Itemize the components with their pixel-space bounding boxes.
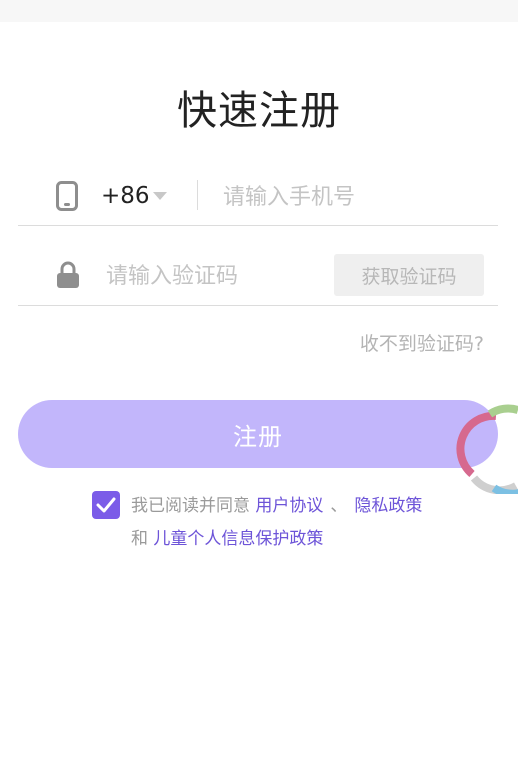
no-code-link[interactable]: 收不到验证码? — [360, 329, 484, 356]
divider — [197, 180, 198, 210]
agreement-checkbox[interactable] — [92, 491, 120, 519]
agreement-separator: 、 — [330, 496, 348, 516]
check-icon — [96, 497, 116, 513]
country-code[interactable]: +86 — [101, 183, 150, 209]
user-agreement-link[interactable]: 用户协议 — [255, 496, 323, 516]
phone-icon — [56, 181, 78, 211]
status-bar — [0, 0, 518, 22]
loading-spinner-icon — [456, 404, 518, 494]
privacy-policy-link[interactable]: 隐私政策 — [354, 496, 422, 516]
lock-icon — [57, 261, 79, 288]
divider — [18, 225, 498, 226]
verification-code-input[interactable] — [104, 258, 328, 294]
agreement-prefix: 我已阅读并同意 — [131, 496, 250, 516]
agreement-and: 和 — [131, 529, 148, 549]
phone-input[interactable] — [221, 179, 495, 215]
register-button[interactable]: 注册 — [18, 400, 498, 468]
agreement-text: 我已阅读并同意 用户协议、隐私政策 和 儿童个人信息保护政策 — [131, 490, 451, 556]
caret-down-icon[interactable] — [153, 192, 167, 200]
child-privacy-policy-link[interactable]: 儿童个人信息保护政策 — [153, 529, 323, 549]
get-code-button[interactable]: 获取验证码 — [334, 254, 484, 296]
divider — [18, 305, 498, 306]
page-title: 快速注册 — [177, 88, 341, 134]
